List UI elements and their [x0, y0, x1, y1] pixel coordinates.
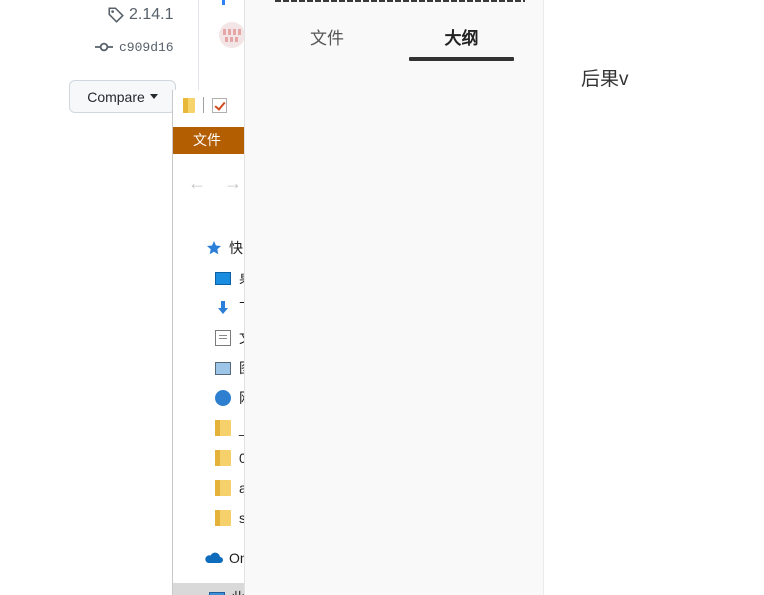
tag-version: 2.14.1: [129, 6, 174, 23]
download-icon: [215, 300, 231, 316]
outline-panel: 文件 大纲: [244, 0, 544, 595]
nav-item-quick-access[interactable]: 快: [173, 233, 252, 263]
tab-outline[interactable]: 大纲: [409, 26, 514, 52]
folder-icon: [215, 480, 231, 496]
divider: [198, 0, 199, 90]
forward-arrow-icon[interactable]: →: [224, 173, 242, 194]
avatar[interactable]: [219, 22, 245, 48]
folder-icon: [215, 510, 231, 526]
picture-icon: [215, 361, 231, 375]
compare-button[interactable]: Compare: [69, 80, 176, 113]
editor-content[interactable]: 后果v: [545, 0, 764, 595]
nav-item-onedrive[interactable]: On: [173, 543, 252, 573]
content-text: 后果v: [581, 69, 629, 90]
ribbon-file-tab[interactable]: 文件: [173, 127, 252, 154]
nav-item-downloads[interactable]: 下: [173, 293, 252, 323]
clipped-text-line: [245, 0, 545, 4]
navigation-pane: 快 桌 下 文 图 网 _ 0: [173, 233, 252, 595]
file-explorer-window: 文件 ← → 快 桌 下 文 图: [172, 90, 252, 595]
nav-item-label: 此: [231, 588, 245, 595]
folder-icon: [215, 420, 231, 436]
nav-item-folder[interactable]: _: [173, 413, 252, 443]
commit-icon: [95, 42, 113, 52]
star-icon: [206, 240, 222, 256]
active-tab-indicator: [409, 57, 514, 61]
commit-hash: c909d16: [119, 39, 174, 55]
nav-item-pictures[interactable]: 图: [173, 353, 252, 383]
compare-label: Compare: [87, 88, 145, 105]
nav-item-folder[interactable]: a: [173, 473, 252, 503]
nav-item-label: 快: [229, 240, 243, 256]
document-icon: [215, 330, 231, 346]
nav-item-network[interactable]: 网: [173, 383, 252, 413]
nav-item-folder[interactable]: s: [173, 503, 252, 533]
folder-icon[interactable]: [183, 97, 195, 113]
desktop-icon: [215, 271, 231, 285]
nav-item-desktop[interactable]: 桌: [173, 263, 252, 293]
tag-icon: [108, 7, 124, 23]
back-arrow-icon[interactable]: ←: [188, 173, 206, 194]
nav-item-folder[interactable]: 0: [173, 443, 252, 473]
toolbar-separator: [203, 97, 204, 113]
quick-access-toolbar: [183, 97, 227, 113]
network-icon: [215, 390, 231, 406]
cloud-icon: [203, 550, 223, 566]
release-tag[interactable]: 2.14.1: [107, 6, 173, 24]
navigation-buttons: ← →: [188, 173, 242, 194]
properties-icon[interactable]: [212, 97, 227, 113]
nav-item-documents[interactable]: 文: [173, 323, 252, 353]
release-commit[interactable]: c909d16: [95, 38, 174, 56]
tab-files[interactable]: 文件: [285, 26, 369, 52]
caret-down-icon: [149, 94, 158, 99]
folder-icon: [215, 450, 231, 466]
nav-item-this-pc[interactable]: 此: [173, 583, 252, 595]
status-dot: [222, 0, 225, 5]
